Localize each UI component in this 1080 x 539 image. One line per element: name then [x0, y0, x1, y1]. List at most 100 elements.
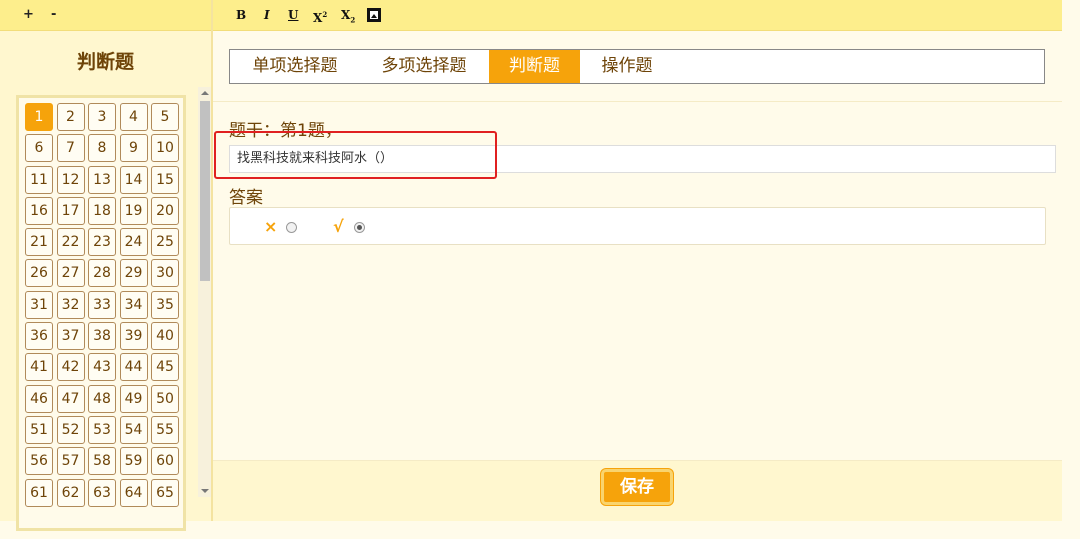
- question-number-button[interactable]: 56: [25, 447, 53, 476]
- zoom-in-button[interactable]: +: [23, 7, 34, 22]
- panel-title: 判断题: [76, 51, 134, 73]
- answer-label: 答案: [229, 188, 263, 208]
- question-number-button[interactable]: 31: [25, 290, 53, 319]
- question-number-button[interactable]: 43: [88, 353, 116, 382]
- question-number-button[interactable]: 25: [151, 228, 179, 257]
- question-number-button[interactable]: 15: [151, 165, 179, 194]
- question-number-button[interactable]: 5: [151, 103, 179, 131]
- number-grid: 1 2 3 4 5 6 7 8 9 10 11 12 13 14 15 16 17 18 19 20 21 22 23 24 2…: [25, 103, 183, 507]
- question-number-button[interactable]: 44: [119, 353, 148, 382]
- tab-single-choice[interactable]: 单项选择题: [230, 50, 360, 83]
- question-number-button[interactable]: 18: [88, 196, 116, 225]
- question-number-button[interactable]: 52: [56, 415, 85, 444]
- question-number-button[interactable]: 63: [88, 478, 116, 507]
- question-number-button[interactable]: 65: [151, 478, 179, 507]
- question-number-button[interactable]: 54: [119, 415, 148, 444]
- superscript-base: X: [313, 11, 323, 25]
- question-number-button[interactable]: 8: [88, 134, 116, 163]
- subscript-button[interactable]: X2: [341, 8, 355, 27]
- question-number-button[interactable]: 21: [25, 228, 53, 257]
- scroll-thumb[interactable]: [200, 101, 210, 281]
- question-type-tabs: 单项选择题 多项选择题 判断题 操作题: [229, 49, 1045, 84]
- question-number-button[interactable]: 26: [25, 259, 53, 288]
- question-number-button[interactable]: 41: [25, 353, 53, 382]
- question-number-button[interactable]: 42: [56, 353, 85, 382]
- question-number-button[interactable]: 48: [88, 384, 116, 413]
- question-number-button[interactable]: 36: [25, 322, 53, 351]
- question-number-button[interactable]: 45: [151, 353, 179, 382]
- question-number-button[interactable]: 1: [25, 103, 53, 131]
- question-number-button[interactable]: 46: [25, 384, 53, 413]
- question-number-button[interactable]: 10: [151, 134, 179, 163]
- question-number-button[interactable]: 11: [25, 165, 53, 194]
- app-window: + - B I U X2 X2 判断题 1 2 3 4 5 6 7 8 9 10 11 12 13 14 1…: [0, 0, 1080, 539]
- question-number-button[interactable]: 51: [25, 415, 53, 444]
- question-number-button[interactable]: 17: [56, 196, 85, 225]
- save-button[interactable]: 保存: [601, 469, 673, 505]
- question-number-button[interactable]: 61: [25, 478, 53, 507]
- question-number-button[interactable]: 57: [56, 447, 85, 476]
- question-number-button[interactable]: 23: [88, 228, 116, 257]
- panel-divider: [211, 31, 213, 521]
- question-number-button[interactable]: 33: [88, 290, 116, 319]
- question-number-button[interactable]: 35: [151, 290, 179, 319]
- question-number-button[interactable]: 47: [56, 384, 85, 413]
- question-number-button[interactable]: 62: [56, 478, 85, 507]
- question-number-button[interactable]: 37: [56, 322, 85, 351]
- question-number-button[interactable]: 58: [88, 447, 116, 476]
- question-number-button[interactable]: 34: [119, 290, 148, 319]
- question-number-button[interactable]: 32: [56, 290, 85, 319]
- question-number-button[interactable]: 19: [119, 196, 148, 225]
- question-number-button[interactable]: 40: [151, 322, 179, 351]
- question-number-button[interactable]: 16: [25, 196, 53, 225]
- answer-options: × √: [229, 207, 1046, 245]
- question-number-button[interactable]: 60: [151, 447, 179, 476]
- underline-button[interactable]: U: [288, 8, 298, 22]
- superscript-button[interactable]: X2: [313, 8, 327, 25]
- subscript-mark: 2: [350, 15, 356, 25]
- top-toolbar: + - B I U X2 X2: [0, 0, 1062, 31]
- tab-operation[interactable]: 操作题: [580, 50, 674, 83]
- question-number-button[interactable]: 53: [88, 415, 116, 444]
- question-nav-panel: 判断题 1 2 3 4 5 6 7 8 9 10 11 12 13 14 15 16 17 18 19 20 21 22 2…: [0, 31, 212, 531]
- question-number-button[interactable]: 59: [119, 447, 148, 476]
- question-number-button[interactable]: 39: [119, 322, 148, 351]
- subscript-base: X: [341, 8, 351, 22]
- question-number-button[interactable]: 6: [25, 134, 53, 163]
- italic-button[interactable]: I: [264, 8, 270, 22]
- question-number-button[interactable]: 12: [56, 165, 85, 194]
- scroll-up-arrow-icon[interactable]: [201, 91, 209, 95]
- question-number-button[interactable]: 29: [119, 259, 148, 288]
- question-number-button[interactable]: 2: [56, 103, 85, 131]
- tab-true-false[interactable]: 判断题: [489, 50, 580, 83]
- image-icon[interactable]: [367, 8, 381, 22]
- question-number-button[interactable]: 13: [88, 165, 116, 194]
- question-number-button[interactable]: 49: [119, 384, 148, 413]
- question-number-button[interactable]: 38: [88, 322, 116, 351]
- scroll-down-arrow-icon[interactable]: [201, 489, 209, 493]
- question-number-button[interactable]: 50: [151, 384, 179, 413]
- superscript-mark: 2: [322, 10, 328, 19]
- number-grid-box: 1 2 3 4 5 6 7 8 9 10 11 12 13 14 15 16 17 18 19 20 21 22 23 24 2…: [16, 95, 186, 531]
- question-number-button[interactable]: 4: [119, 103, 148, 131]
- question-number-button[interactable]: 20: [151, 196, 179, 225]
- question-number-button[interactable]: 9: [119, 134, 148, 163]
- question-number-button[interactable]: 14: [119, 165, 148, 194]
- question-number-button[interactable]: 3: [88, 103, 116, 131]
- bold-button[interactable]: B: [236, 8, 246, 22]
- question-number-button[interactable]: 24: [119, 228, 148, 257]
- question-number-button[interactable]: 28: [88, 259, 116, 288]
- tab-multi-choice[interactable]: 多项选择题: [360, 50, 488, 83]
- false-radio[interactable]: [286, 222, 297, 233]
- question-number-button[interactable]: 55: [151, 415, 179, 444]
- false-cross-icon: ×: [264, 217, 278, 236]
- question-number-button[interactable]: 64: [119, 478, 148, 507]
- question-number-button[interactable]: 22: [56, 228, 85, 257]
- scrollbar[interactable]: [198, 87, 212, 497]
- true-check-icon: √: [333, 217, 344, 236]
- question-number-button[interactable]: 30: [151, 259, 179, 288]
- zoom-out-button[interactable]: -: [51, 7, 56, 22]
- question-number-button[interactable]: 7: [56, 134, 85, 163]
- true-radio[interactable]: [354, 222, 365, 233]
- question-number-button[interactable]: 27: [56, 259, 85, 288]
